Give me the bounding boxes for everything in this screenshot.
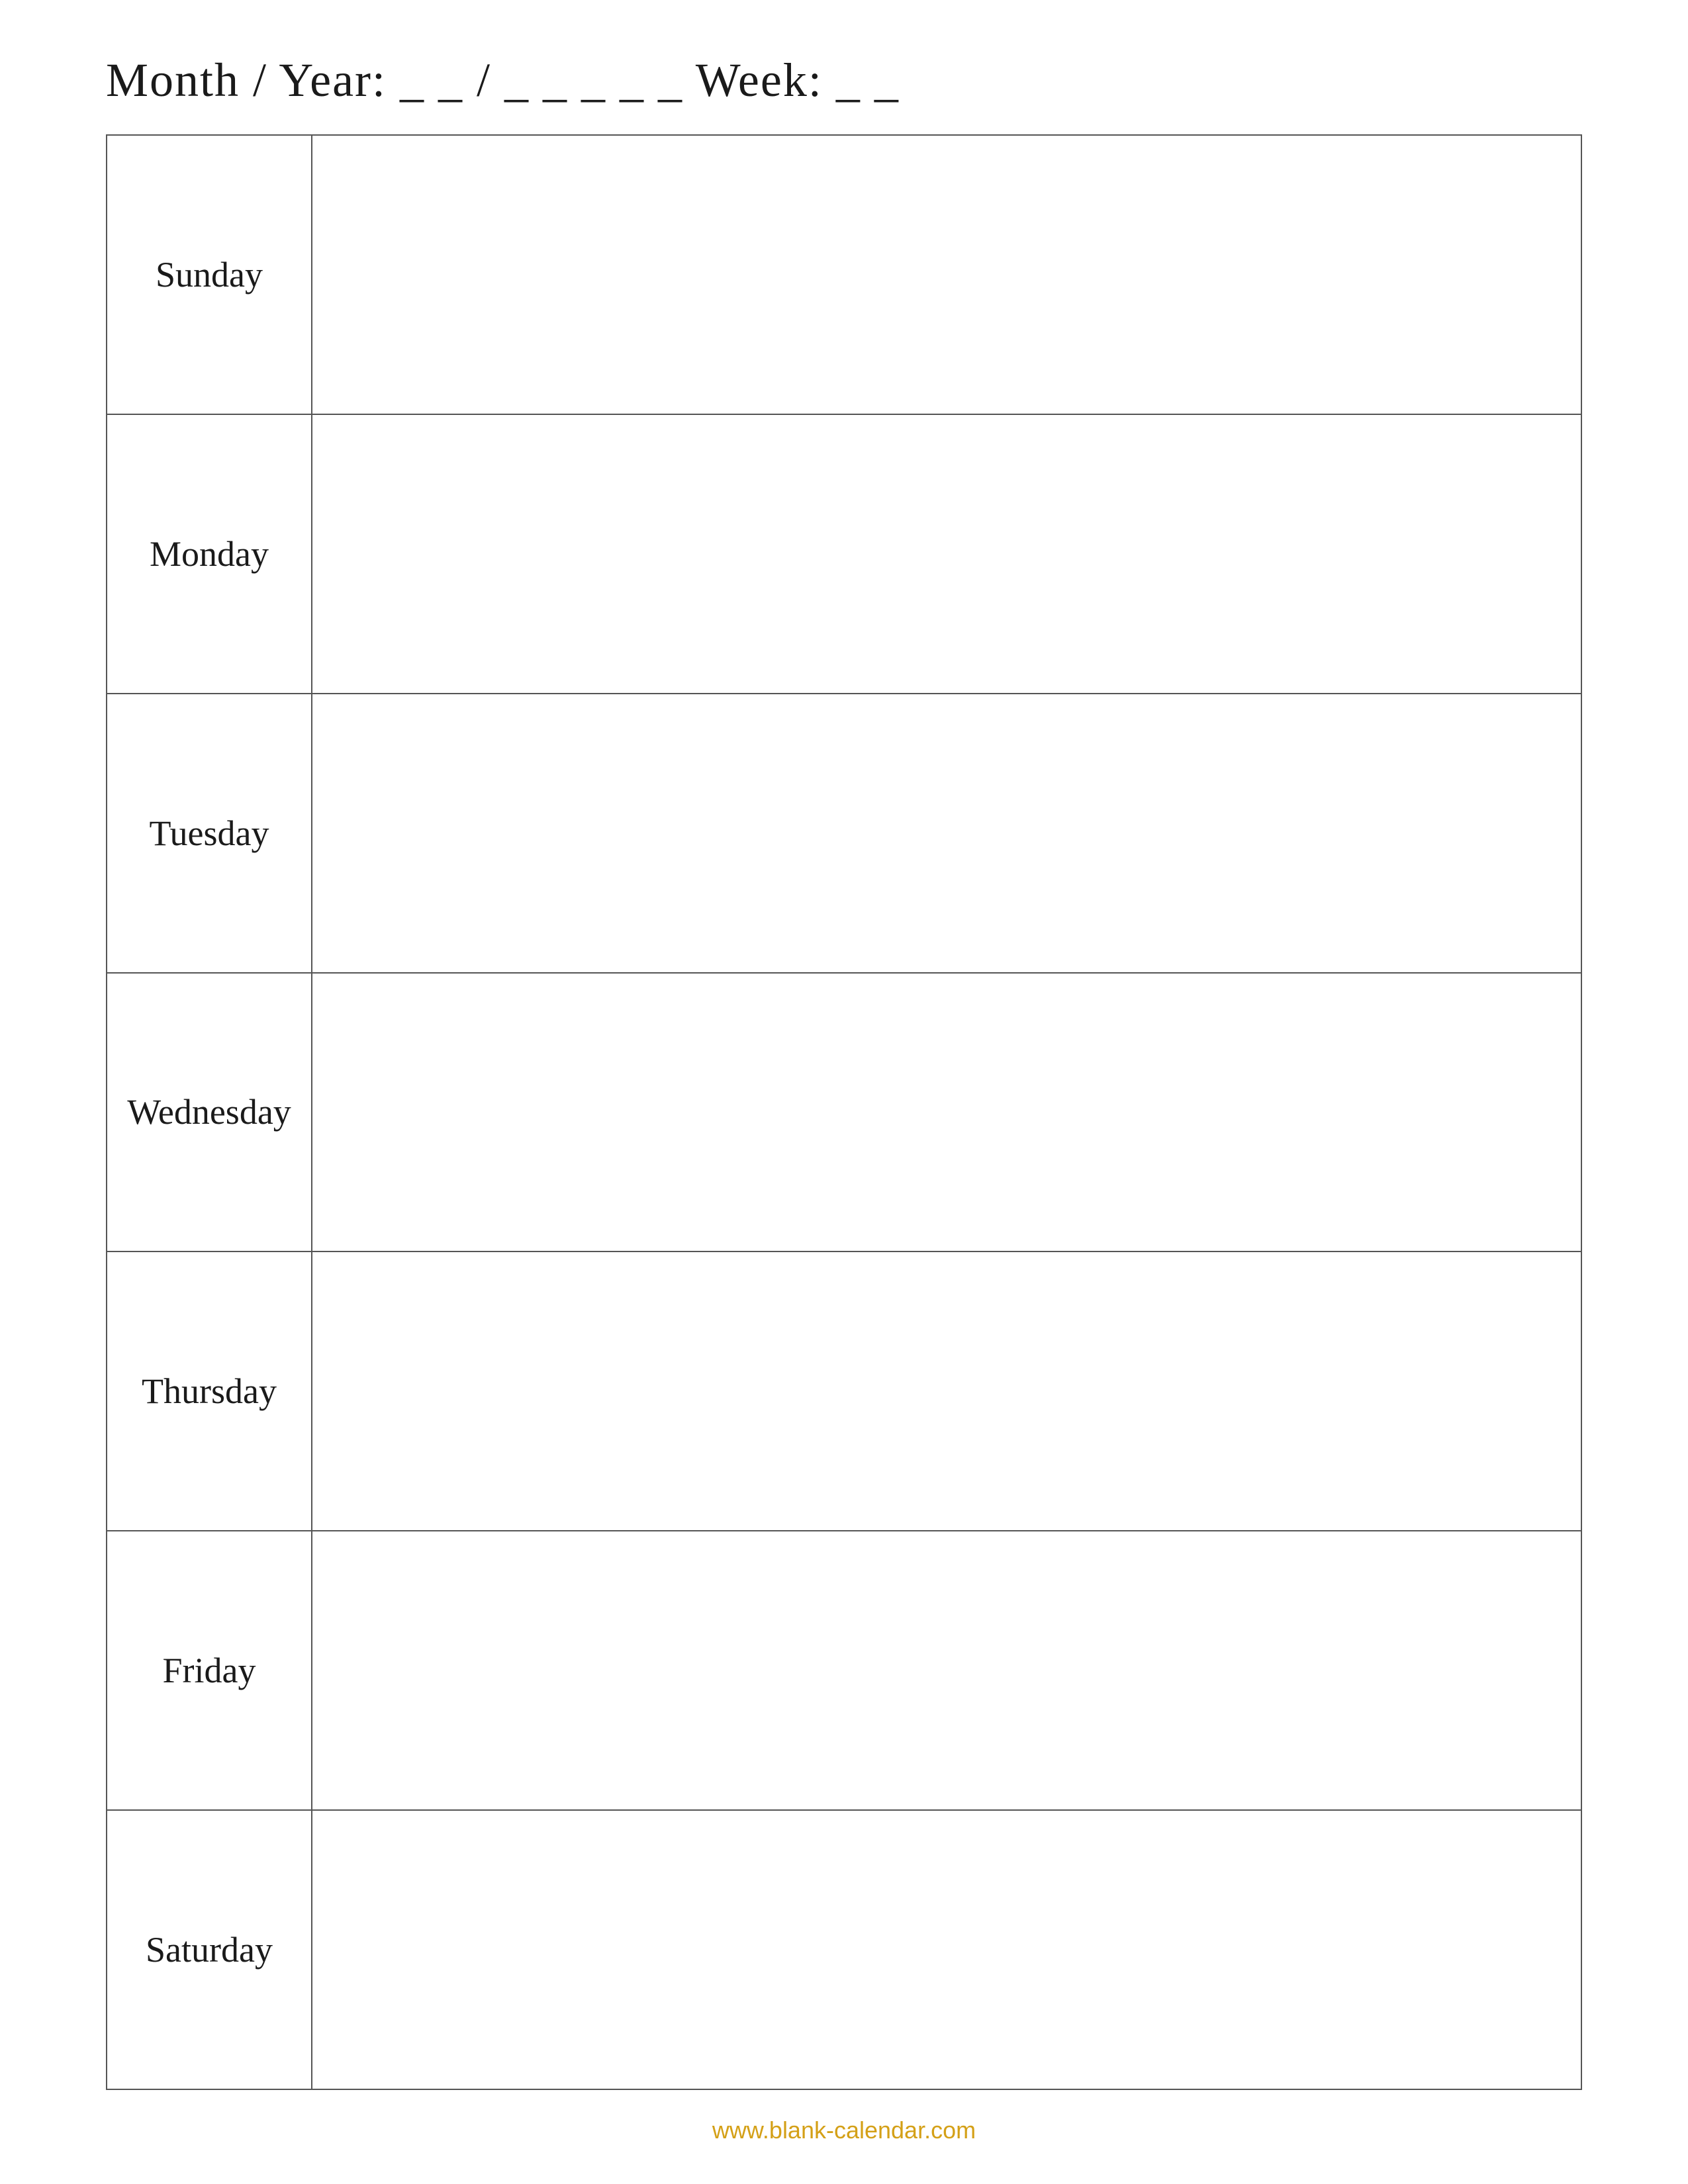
day-label-wednesday: Wednesday <box>107 973 312 1252</box>
day-content-saturday[interactable] <box>312 1810 1581 2089</box>
day-content-thursday[interactable] <box>312 1251 1581 1531</box>
day-label-sunday: Sunday <box>107 135 312 414</box>
day-content-tuesday[interactable] <box>312 694 1581 973</box>
day-label-tuesday: Tuesday <box>107 694 312 973</box>
day-label-monday: Monday <box>107 414 312 694</box>
page-footer: www.blank-calendar.com <box>712 2116 976 2144</box>
row-sunday: Sunday <box>107 135 1581 414</box>
weekly-calendar-table: SundayMondayTuesdayWednesdayThursdayFrid… <box>106 134 1582 2090</box>
day-label-saturday: Saturday <box>107 1810 312 2089</box>
day-content-friday[interactable] <box>312 1531 1581 1810</box>
row-monday: Monday <box>107 414 1581 694</box>
row-saturday: Saturday <box>107 1810 1581 2089</box>
row-friday: Friday <box>107 1531 1581 1810</box>
day-label-friday: Friday <box>107 1531 312 1810</box>
day-content-monday[interactable] <box>312 414 1581 694</box>
day-content-wednesday[interactable] <box>312 973 1581 1252</box>
day-content-sunday[interactable] <box>312 135 1581 414</box>
row-wednesday: Wednesday <box>107 973 1581 1252</box>
month-year-week-label: Month / Year: _ _ / _ _ _ _ _ Week: _ _ <box>106 54 900 107</box>
row-tuesday: Tuesday <box>107 694 1581 973</box>
row-thursday: Thursday <box>107 1251 1581 1531</box>
day-label-thursday: Thursday <box>107 1251 312 1531</box>
footer-link[interactable]: www.blank-calendar.com <box>712 2116 976 2144</box>
page-header: Month / Year: _ _ / _ _ _ _ _ Week: _ _ <box>106 53 1582 108</box>
